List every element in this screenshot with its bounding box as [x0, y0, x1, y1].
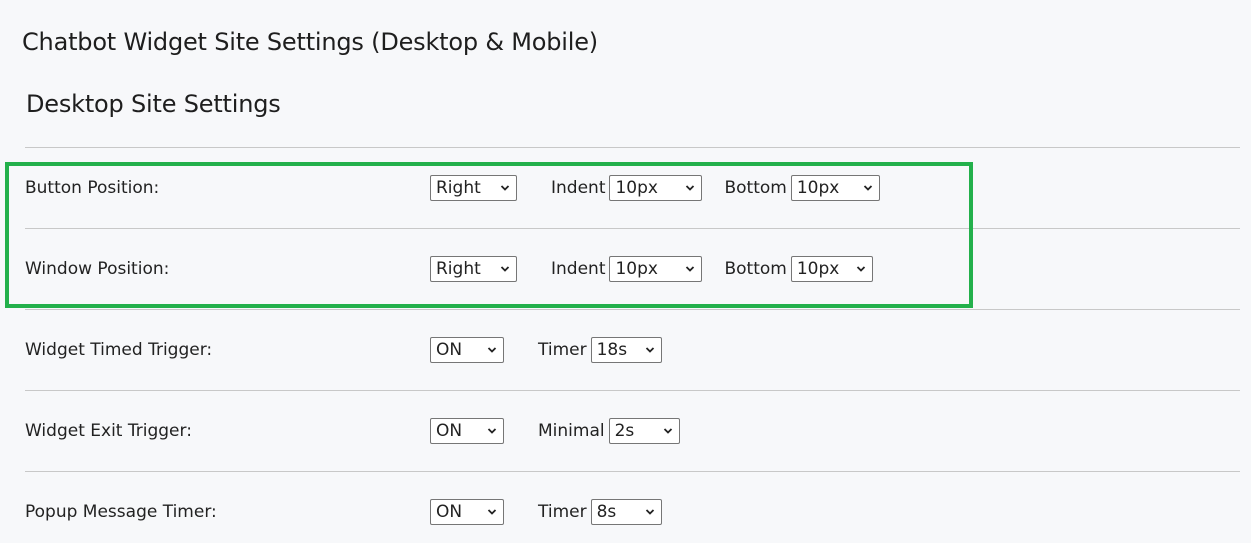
divider	[25, 228, 1240, 229]
exit-trigger-minimal-label: Minimal	[538, 421, 605, 441]
timed-trigger-timer-select[interactable]: 18s	[590, 337, 662, 363]
window-bottom-select[interactable]: 10px	[790, 256, 873, 282]
window-bottom-label: Bottom	[724, 259, 787, 279]
chevron-down-icon	[663, 428, 672, 434]
chevron-down-icon	[487, 509, 497, 515]
chevron-down-icon	[500, 185, 510, 191]
timed-trigger-timer-label: Timer	[538, 340, 587, 360]
window-position-select[interactable]: Right	[430, 256, 517, 282]
widget-exit-trigger-select[interactable]: ON	[430, 418, 504, 444]
exit-trigger-minimal-select[interactable]: 2s	[608, 418, 680, 444]
button-position-label: Button Position:	[25, 178, 160, 198]
button-indent-select[interactable]: 10px	[609, 175, 703, 201]
chevron-down-icon	[863, 185, 872, 191]
select-value: ON	[436, 502, 463, 522]
chevron-down-icon	[487, 347, 497, 353]
popup-message-timer-select[interactable]: ON	[430, 499, 504, 525]
window-position-row: Window Position: Right Indent 10px Botto…	[25, 251, 1240, 287]
chevron-down-icon	[686, 266, 695, 272]
select-value: 10px	[796, 259, 840, 279]
select-value: 2s	[614, 421, 635, 441]
chevron-down-icon	[487, 428, 497, 434]
page-title: Chatbot Widget Site Settings (Desktop & …	[22, 28, 598, 56]
select-value: ON	[436, 421, 463, 441]
popup-message-timer-label: Popup Message Timer:	[25, 502, 217, 522]
chevron-down-icon	[856, 266, 865, 272]
divider	[25, 471, 1240, 472]
button-bottom-label: Bottom	[724, 178, 787, 198]
select-value: 10px	[615, 178, 658, 198]
chevron-down-icon	[645, 347, 654, 353]
popup-timer-label: Timer	[538, 502, 587, 522]
divider	[25, 147, 1240, 148]
button-bottom-select[interactable]: 10px	[790, 175, 880, 201]
select-value: Right	[436, 259, 481, 279]
button-position-row: Button Position: Right Indent 10px Botto…	[25, 170, 1240, 206]
popup-message-timer-row: Popup Message Timer: ON Timer 8s	[25, 494, 1240, 530]
window-indent-label: Indent	[551, 259, 606, 279]
widget-timed-trigger-row: Widget Timed Trigger: ON Timer 18s	[25, 332, 1240, 368]
widget-timed-trigger-label: Widget Timed Trigger:	[25, 340, 213, 360]
window-position-label: Window Position:	[25, 259, 170, 279]
widget-exit-trigger-row: Widget Exit Trigger: ON Minimal 2s	[25, 413, 1240, 449]
popup-timer-select[interactable]: 8s	[590, 499, 662, 525]
chevron-down-icon	[686, 185, 695, 191]
select-value: ON	[436, 340, 463, 360]
chevron-down-icon	[645, 509, 654, 515]
select-value: Right	[436, 178, 481, 198]
select-value: 8s	[596, 502, 617, 522]
select-value: 10px	[615, 259, 658, 279]
select-value: 10px	[796, 178, 840, 198]
section-title: Desktop Site Settings	[26, 90, 281, 118]
divider	[25, 390, 1240, 391]
divider	[25, 309, 1240, 310]
button-indent-label: Indent	[551, 178, 606, 198]
button-position-select[interactable]: Right	[430, 175, 517, 201]
widget-exit-trigger-label: Widget Exit Trigger:	[25, 421, 192, 441]
select-value: 18s	[596, 340, 628, 360]
chevron-down-icon	[500, 266, 510, 272]
widget-timed-trigger-select[interactable]: ON	[430, 337, 504, 363]
window-indent-select[interactable]: 10px	[609, 256, 703, 282]
